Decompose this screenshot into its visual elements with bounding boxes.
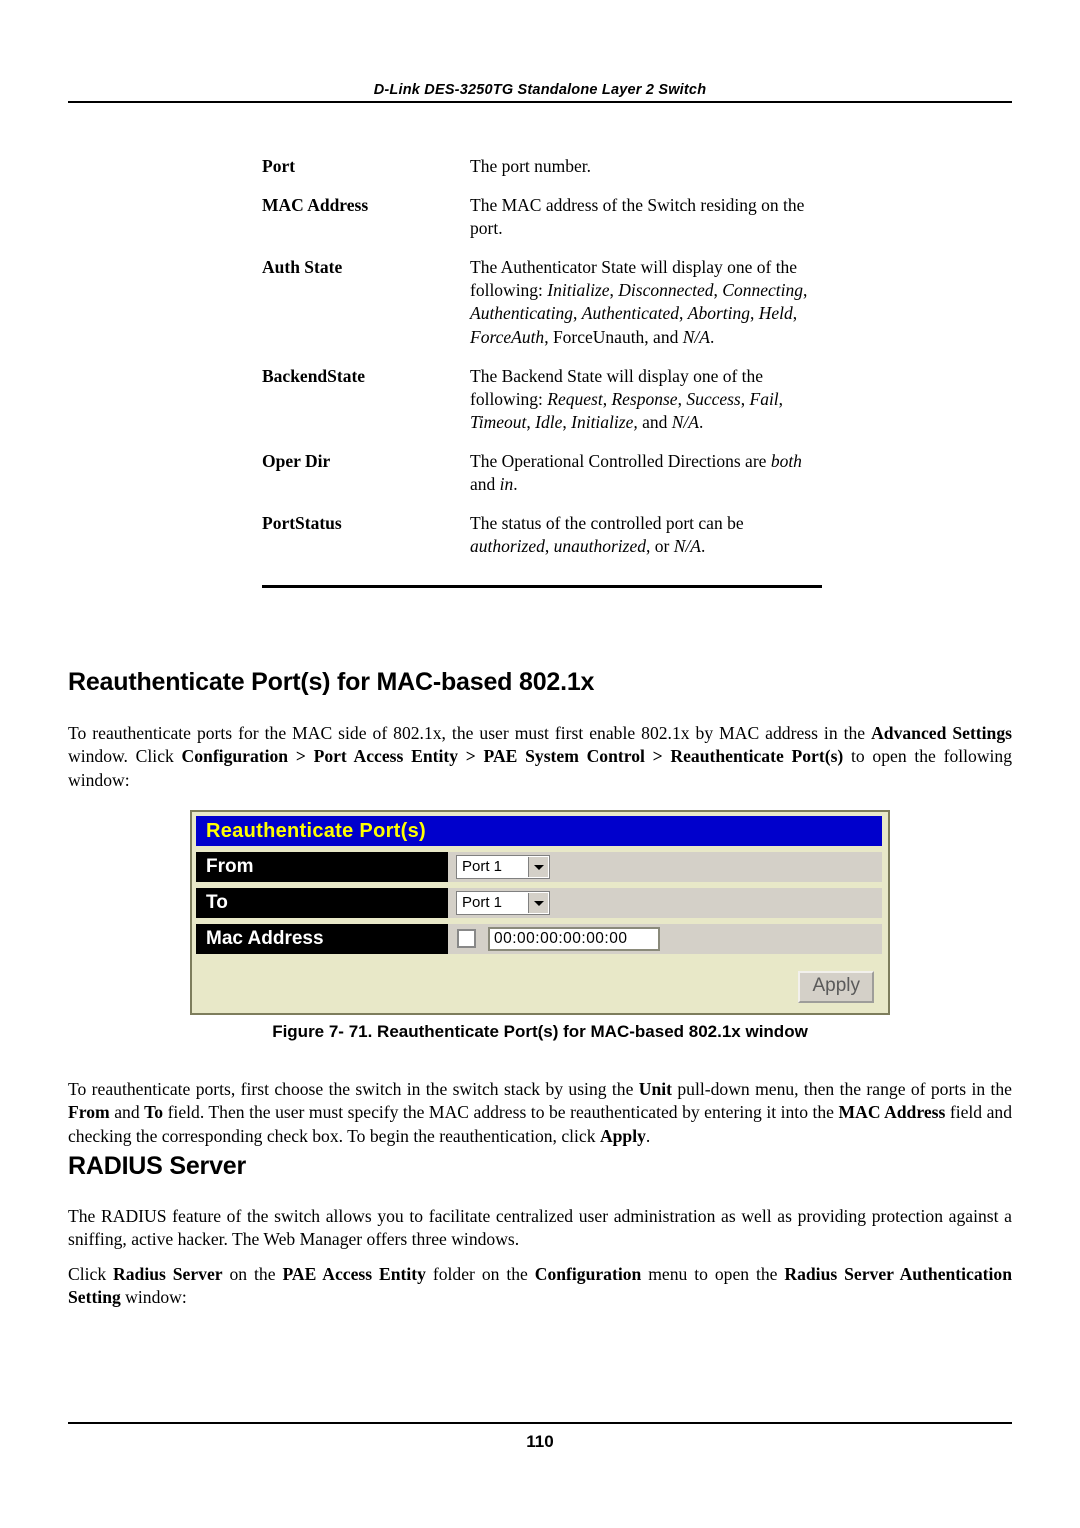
table-row: BackendState The Backend State will disp… — [262, 365, 822, 434]
paragraph-reauthenticate-details: To reauthenticate ports, first choose th… — [68, 1079, 1013, 1146]
label-to: To — [196, 888, 448, 918]
page-title-reauthenticate: Reauthenticate Port(s) for MAC-based 802… — [68, 668, 595, 696]
desc-port-status: The status of the controlled port can be… — [470, 513, 744, 557]
desc-oper-dir: The Operational Controlled Directions ar… — [470, 450, 802, 495]
from-port-select[interactable]: Port 1 — [456, 855, 550, 879]
field-from: Port 1 — [448, 852, 882, 882]
document-page: D-Link DES-3250TG Standalone Layer 2 Swi… — [0, 0, 1080, 1528]
table-row: MAC Address The MAC address of the Switc… — [262, 194, 822, 240]
desc-backend-state: The Backend State will display one of th… — [470, 365, 784, 432]
paragraph-radius-overview: The RADIUS feature of the switch allows … — [68, 1206, 1012, 1250]
to-port-value: Port 1 — [462, 894, 503, 911]
chevron-down-icon[interactable] — [528, 893, 548, 913]
table-row: Oper Dir The Operational Controlled Dire… — [262, 450, 822, 496]
reauthenticate-ports-window: Reauthenticate Port(s) From Port 1 To Po… — [190, 810, 890, 1015]
chevron-down-icon[interactable] — [528, 857, 548, 877]
page-header-title: D-Link DES-3250TG Standalone Layer 2 Swi… — [373, 82, 707, 98]
figure-caption: Figure 7- 71. Reauthenticate Port(s) for… — [272, 1022, 808, 1041]
label-mac-address: Mac Address — [196, 924, 448, 954]
paragraph-radius-navigation: Click Radius Server on the PAE Access En… — [68, 1264, 1012, 1308]
term-port: Port — [262, 156, 296, 176]
field-mac-address: 00:00:00:00:00:00 — [448, 924, 882, 954]
table-row: Port The port number. — [262, 155, 822, 178]
mac-address-checkbox[interactable] — [457, 929, 476, 948]
table-row: Auth State The Authenticator State will … — [262, 256, 822, 348]
desc-port: The port number. — [470, 156, 592, 176]
to-port-select[interactable]: Port 1 — [456, 891, 550, 915]
desc-mac-address: The MAC address of the Switch residing o… — [470, 195, 805, 239]
apply-button[interactable]: Apply — [798, 971, 874, 1003]
header-divider — [68, 101, 1012, 103]
term-mac-address: MAC Address — [262, 195, 369, 216]
footer-divider — [68, 1422, 1012, 1424]
window-title-bar: Reauthenticate Port(s) — [196, 816, 882, 846]
paragraph-reauthenticate-intro: To reauthenticate ports for the MAC side… — [68, 723, 1013, 790]
term-port-status: PortStatus — [262, 513, 342, 534]
term-oper-dir: Oper Dir — [262, 450, 331, 471]
desc-auth-state: The Authenticator State will display one… — [470, 257, 808, 347]
table-row: PortStatus The status of the controlled … — [262, 512, 822, 558]
from-port-value: Port 1 — [462, 858, 503, 875]
term-backend-state: BackendState — [262, 365, 366, 386]
field-to: Port 1 — [448, 888, 882, 918]
page-title-radius-server: RADIUS Server — [68, 1152, 247, 1180]
mac-address-input[interactable]: 00:00:00:00:00:00 — [488, 927, 660, 951]
parameter-definition-table: Port The port number. MAC Address The MA… — [262, 155, 822, 574]
term-auth-state: Auth State — [262, 257, 343, 278]
table-bottom-divider — [262, 585, 822, 588]
label-from: From — [196, 852, 448, 882]
page-number: 110 — [526, 1432, 554, 1451]
